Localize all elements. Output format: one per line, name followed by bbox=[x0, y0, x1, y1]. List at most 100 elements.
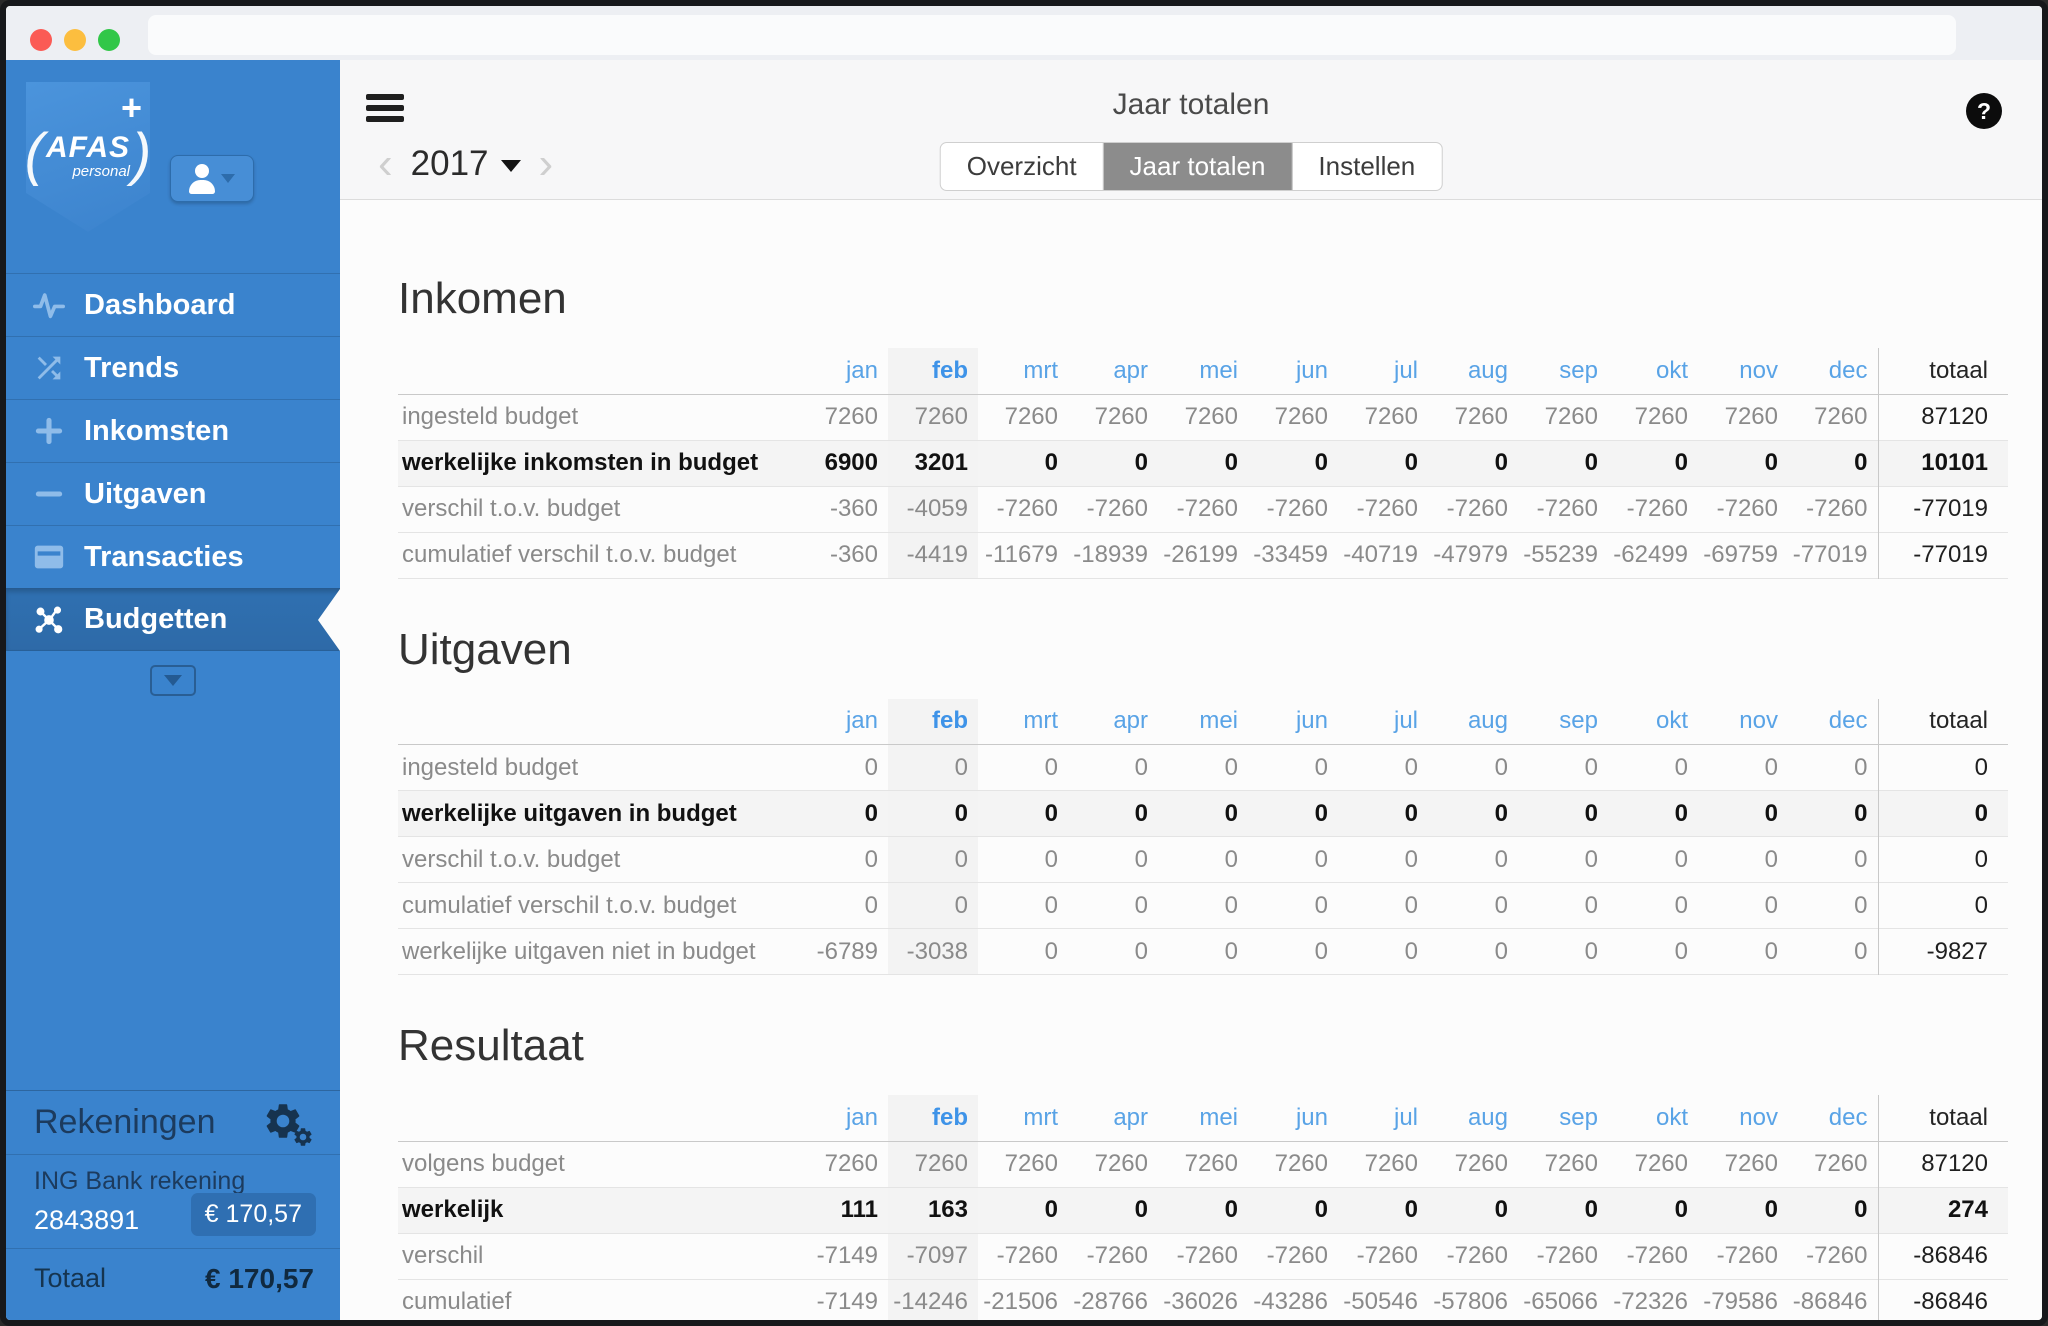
section-title: Inkomen bbox=[398, 274, 2012, 324]
value-cell: -77019 bbox=[1788, 532, 1878, 578]
value-cell: 0 bbox=[978, 837, 1068, 883]
logo-swoosh-left: ( bbox=[25, 126, 44, 184]
table-row: verschil t.o.v. budget0000000000000 bbox=[398, 837, 2008, 883]
user-avatar-button[interactable] bbox=[170, 155, 254, 202]
row-label: werkelijke inkomsten in budget bbox=[398, 440, 798, 486]
value-cell: 0 bbox=[1068, 837, 1158, 883]
zoom-window-button[interactable] bbox=[98, 29, 120, 51]
row-label: volgens budget bbox=[398, 1141, 798, 1187]
row-label: ingesteld budget bbox=[398, 745, 798, 791]
sidebar-item-trends[interactable]: Trends bbox=[6, 336, 340, 399]
value-cell: 0 bbox=[1788, 837, 1878, 883]
table-row: cumulatief-7149-14246-21506-28766-36026-… bbox=[398, 1279, 2008, 1320]
year-navigator: ‹ 2017 › bbox=[374, 144, 557, 184]
month-header-nov: nov bbox=[1698, 348, 1788, 394]
month-header-mrt: mrt bbox=[978, 348, 1068, 394]
value-cell: 0 bbox=[1338, 791, 1428, 837]
sidebar-item-uitgaven[interactable]: Uitgaven bbox=[6, 462, 340, 525]
year-select[interactable]: 2017 bbox=[411, 144, 521, 184]
url-input[interactable] bbox=[148, 15, 1956, 55]
row-label: cumulatief verschil t.o.v. budget bbox=[398, 532, 798, 578]
tab-instellen[interactable]: Instellen bbox=[1292, 143, 1441, 190]
value-cell: 0 bbox=[1248, 791, 1338, 837]
value-cell: 7260 bbox=[1068, 1141, 1158, 1187]
value-cell: 0 bbox=[1428, 440, 1518, 486]
month-header-okt: okt bbox=[1608, 348, 1698, 394]
help-button[interactable]: ? bbox=[1966, 93, 2002, 129]
month-header-dec: dec bbox=[1788, 348, 1878, 394]
logo-plus-glyph: + bbox=[121, 90, 142, 126]
value-cell: 0 bbox=[1518, 1187, 1608, 1233]
table-row: werkelijke inkomsten in budget6900320100… bbox=[398, 440, 2008, 486]
month-header-jun: jun bbox=[1248, 1095, 1338, 1141]
value-cell: 0 bbox=[1608, 791, 1698, 837]
value-cell: -7149 bbox=[798, 1233, 888, 1279]
row-label: werkelijk bbox=[398, 1187, 798, 1233]
total-cell: -77019 bbox=[1878, 532, 2008, 578]
sidebar-item-label: Uitgaven bbox=[84, 478, 206, 511]
value-cell: -7260 bbox=[1338, 1233, 1428, 1279]
month-header-nov: nov bbox=[1698, 1095, 1788, 1141]
month-header-row: janfebmrtaprmeijunjulaugsepoktnovdectota… bbox=[398, 1095, 2008, 1141]
value-cell: 0 bbox=[1518, 440, 1608, 486]
next-year-button[interactable]: › bbox=[535, 144, 558, 184]
value-cell: 0 bbox=[1788, 791, 1878, 837]
value-cell: 0 bbox=[1698, 837, 1788, 883]
value-cell: -72326 bbox=[1608, 1279, 1698, 1320]
sidebar-item-transacties[interactable]: Transacties bbox=[6, 525, 340, 588]
table-row: volgens budget72607260726072607260726072… bbox=[398, 1141, 2008, 1187]
titlebar bbox=[6, 6, 2042, 60]
row-label: werkelijke uitgaven niet in budget bbox=[398, 929, 798, 975]
table-row: werkelijke uitgaven in budget00000000000… bbox=[398, 791, 2008, 837]
value-cell: 7260 bbox=[888, 394, 978, 440]
chevron-down-icon bbox=[164, 675, 182, 686]
month-header-jan: jan bbox=[798, 1095, 888, 1141]
accounts-settings-button[interactable] bbox=[262, 1100, 314, 1146]
value-cell: 0 bbox=[978, 929, 1068, 975]
value-cell: -7149 bbox=[798, 1279, 888, 1320]
tab-overzicht[interactable]: Overzicht bbox=[941, 143, 1104, 190]
app-window: + ( AFAS personal ) DashboardTrendsInkom… bbox=[0, 0, 2048, 1326]
sidebar-item-inkomsten[interactable]: Inkomsten bbox=[6, 399, 340, 462]
row-label: ingesteld budget bbox=[398, 394, 798, 440]
value-cell: 0 bbox=[1158, 440, 1248, 486]
sidebar-collapse-button[interactable] bbox=[150, 665, 196, 696]
budget-tables: Inkomen janfebmrtaprmeijunjulaugsepoktnov… bbox=[340, 200, 2042, 1320]
value-cell: 0 bbox=[1788, 929, 1878, 975]
table-row: werkelijk1111630000000000274 bbox=[398, 1187, 2008, 1233]
value-cell: 0 bbox=[1608, 1187, 1698, 1233]
value-cell: 0 bbox=[1698, 929, 1788, 975]
sidebar-item-label: Budgetten bbox=[84, 603, 227, 636]
row-label: cumulatief bbox=[398, 1279, 798, 1320]
chevron-down-icon bbox=[221, 174, 235, 183]
month-header-jun: jun bbox=[1248, 699, 1338, 745]
value-cell: 0 bbox=[1158, 1187, 1248, 1233]
active-item-notch bbox=[318, 589, 340, 651]
month-header-dec: dec bbox=[1788, 1095, 1878, 1141]
value-cell: 0 bbox=[1068, 791, 1158, 837]
previous-year-button[interactable]: ‹ bbox=[374, 144, 397, 184]
value-cell: -7260 bbox=[1698, 1233, 1788, 1279]
value-cell: -7260 bbox=[978, 1233, 1068, 1279]
value-cell: -57806 bbox=[1428, 1279, 1518, 1320]
value-cell: 0 bbox=[798, 791, 888, 837]
value-cell: 0 bbox=[1338, 837, 1428, 883]
value-cell: -7260 bbox=[1068, 486, 1158, 532]
value-cell: -7260 bbox=[1788, 1233, 1878, 1279]
table-row: werkelijke uitgaven niet in budget-6789-… bbox=[398, 929, 2008, 975]
uitgaven-table: janfebmrtaprmeijunjulaugsepoktnovdectota… bbox=[398, 699, 2008, 976]
value-cell: 0 bbox=[798, 745, 888, 791]
value-cell: -86846 bbox=[1788, 1279, 1878, 1320]
value-cell: -7260 bbox=[1698, 486, 1788, 532]
sidebar-item-dashboard[interactable]: Dashboard bbox=[6, 273, 340, 336]
account-list-item[interactable]: ING Bank rekening 2843891 € 170,57 bbox=[6, 1155, 340, 1249]
value-cell: -7260 bbox=[1068, 1233, 1158, 1279]
value-cell: 7260 bbox=[1248, 394, 1338, 440]
tab-jaar-totalen[interactable]: Jaar totalen bbox=[1104, 143, 1293, 190]
minimize-window-button[interactable] bbox=[64, 29, 86, 51]
value-cell: 0 bbox=[978, 883, 1068, 929]
close-window-button[interactable] bbox=[30, 29, 52, 51]
value-cell: 7260 bbox=[1608, 394, 1698, 440]
value-cell: 7260 bbox=[1158, 1141, 1248, 1187]
sidebar-item-budgetten[interactable]: Budgetten bbox=[6, 588, 340, 651]
